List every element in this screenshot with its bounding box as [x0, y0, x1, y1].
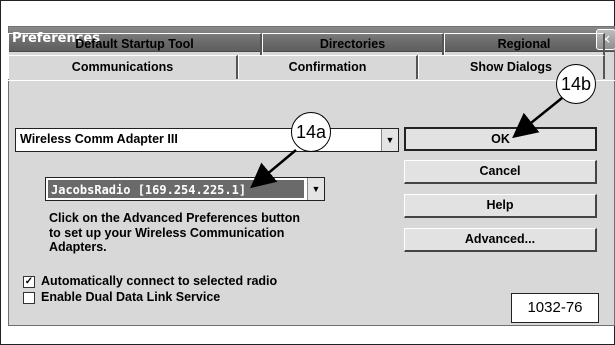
callout-14b: 14b	[556, 64, 596, 104]
callout-a-arrow	[250, 149, 297, 189]
callout-b-arrow	[512, 97, 563, 139]
callout-arrows	[250, 97, 563, 189]
callout-14a: 14a	[291, 112, 331, 152]
